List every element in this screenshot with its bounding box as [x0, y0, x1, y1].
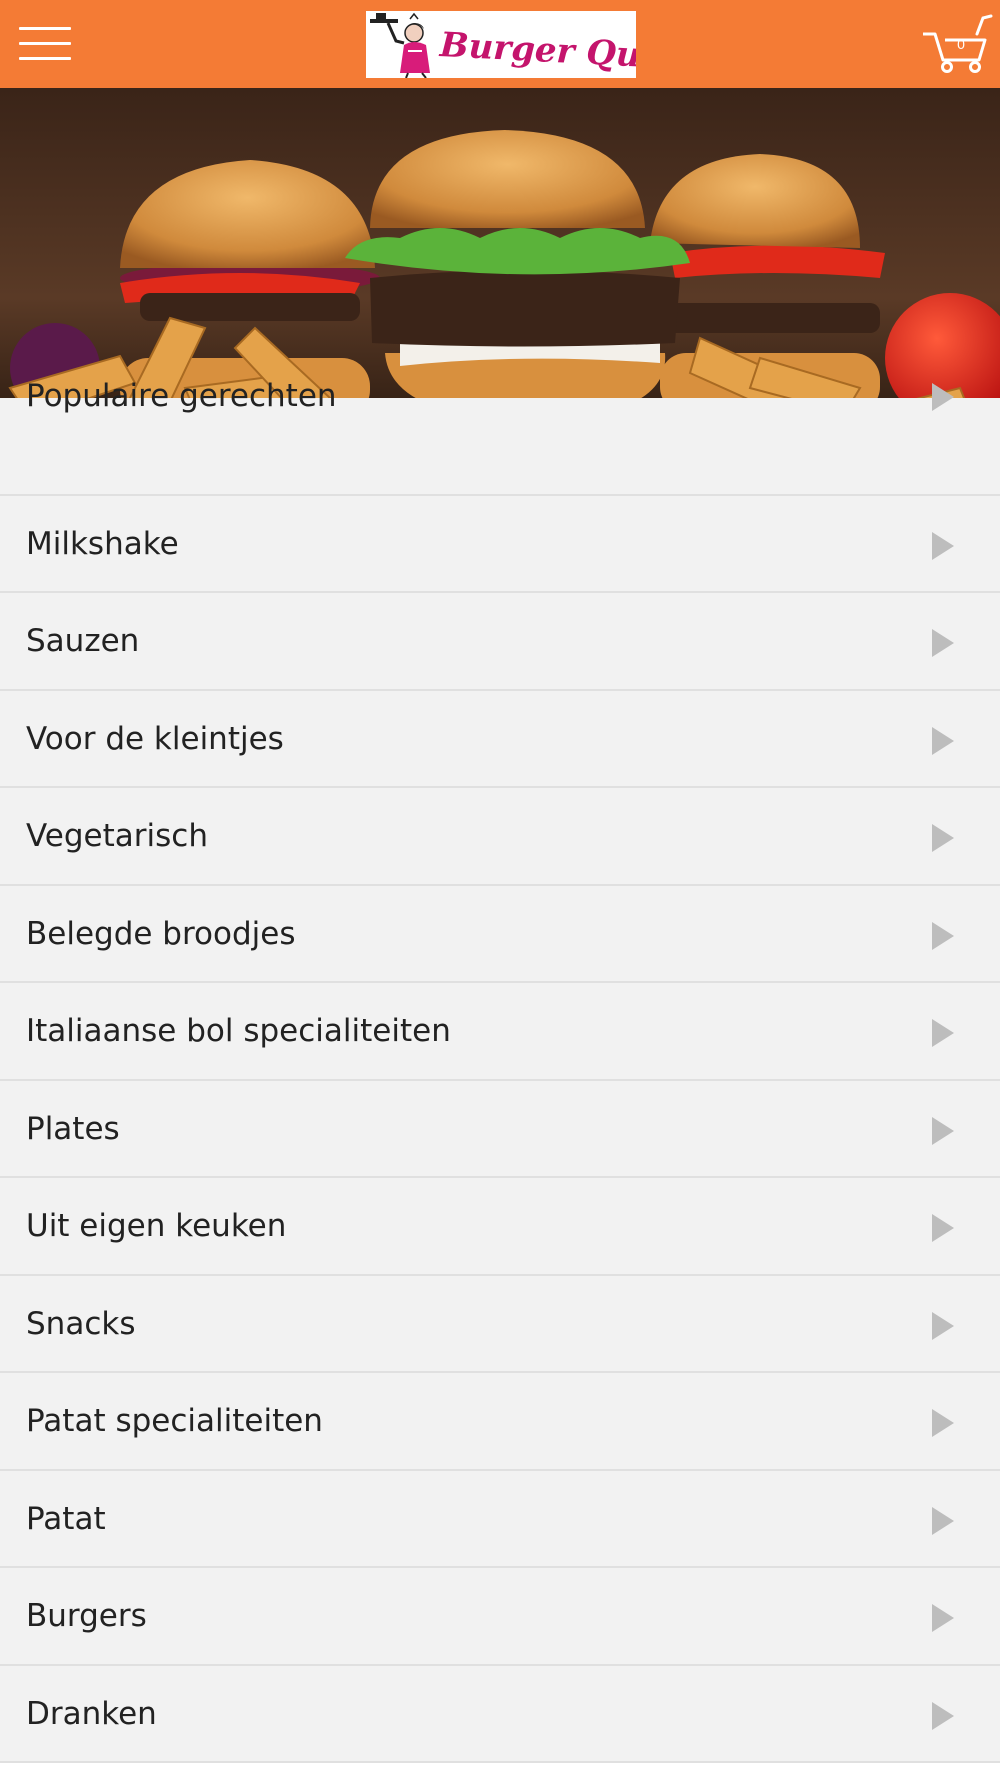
category-label: Populaire gerechten	[26, 378, 337, 414]
chevron-right-icon	[932, 1214, 954, 1242]
category-label: Italiaanse bol specialiteiten	[26, 1013, 451, 1049]
chevron-right-icon	[932, 1701, 954, 1730]
chevron-right-icon	[932, 824, 954, 852]
top-bar: Burger Queen 0	[0, 0, 1000, 88]
chevron-right-icon	[932, 921, 954, 950]
category-item-voor-de-kleintjes[interactable]: Voor de kleintjes	[0, 690, 1000, 788]
category-item-vegetarisch[interactable]: Vegetarisch	[0, 788, 1000, 886]
category-item-dranken[interactable]: Dranken	[0, 1665, 1000, 1763]
chevron-right-icon	[932, 726, 954, 755]
category-item-snacks[interactable]: Snacks	[0, 1275, 1000, 1373]
category-label: Burgers	[26, 1598, 147, 1634]
chevron-right-icon	[932, 1019, 954, 1047]
category-item-patat[interactable]: Patat	[0, 1470, 1000, 1568]
category-item-patat-specialiteiten[interactable]: Patat specialiteiten	[0, 1373, 1000, 1471]
chevron-right-icon	[932, 383, 954, 411]
category-list: Populaire gerechten Milkshake Sauzen Voo…	[0, 378, 1000, 1763]
chevron-right-icon	[932, 531, 954, 560]
category-label: Patat	[26, 1500, 106, 1537]
category-item-milkshake[interactable]: Milkshake	[0, 495, 1000, 593]
category-item-uit-eigen-keuken[interactable]: Uit eigen keuken	[0, 1178, 1000, 1276]
chevron-right-icon	[932, 1604, 954, 1632]
category-label: Belegde broodjes	[26, 915, 296, 952]
category-item-burgers[interactable]: Burgers	[0, 1568, 1000, 1666]
app-page: Burger Queen 0 Populaire gerechten Milks…	[0, 0, 1000, 1778]
cart-count-badge: 0	[957, 36, 965, 52]
category-label: Plates	[26, 1110, 120, 1147]
category-label: Sauzen	[26, 623, 140, 659]
category-label: Uit eigen keuken	[26, 1208, 287, 1244]
category-item-belegde-broodjes[interactable]: Belegde broodjes	[0, 885, 1000, 983]
category-item-plates[interactable]: Plates	[0, 1080, 1000, 1178]
brand-logo[interactable]: Burger Queen	[366, 11, 636, 78]
category-item-sauzen[interactable]: Sauzen	[0, 593, 1000, 691]
category-item-populaire-gerechten[interactable]: Populaire gerechten	[0, 378, 1000, 496]
cart-button[interactable]: 0	[921, 12, 993, 74]
category-item-italiaanse-bol-specialiteiten[interactable]: Italiaanse bol specialiteiten	[0, 983, 1000, 1081]
category-label: Dranken	[26, 1695, 157, 1732]
chevron-right-icon	[932, 1409, 954, 1437]
category-label: Patat specialiteiten	[26, 1403, 323, 1439]
chevron-right-icon	[932, 1311, 954, 1340]
brand-name: Burger Queen	[438, 25, 636, 78]
chevron-right-icon	[932, 1506, 954, 1535]
category-label: Milkshake	[26, 525, 179, 562]
chevron-right-icon	[932, 1116, 954, 1145]
chevron-right-icon	[932, 629, 954, 657]
category-label: Snacks	[26, 1305, 136, 1342]
category-label: Vegetarisch	[26, 818, 208, 854]
hamburger-menu-icon[interactable]	[19, 23, 71, 63]
category-label: Voor de kleintjes	[26, 720, 284, 757]
